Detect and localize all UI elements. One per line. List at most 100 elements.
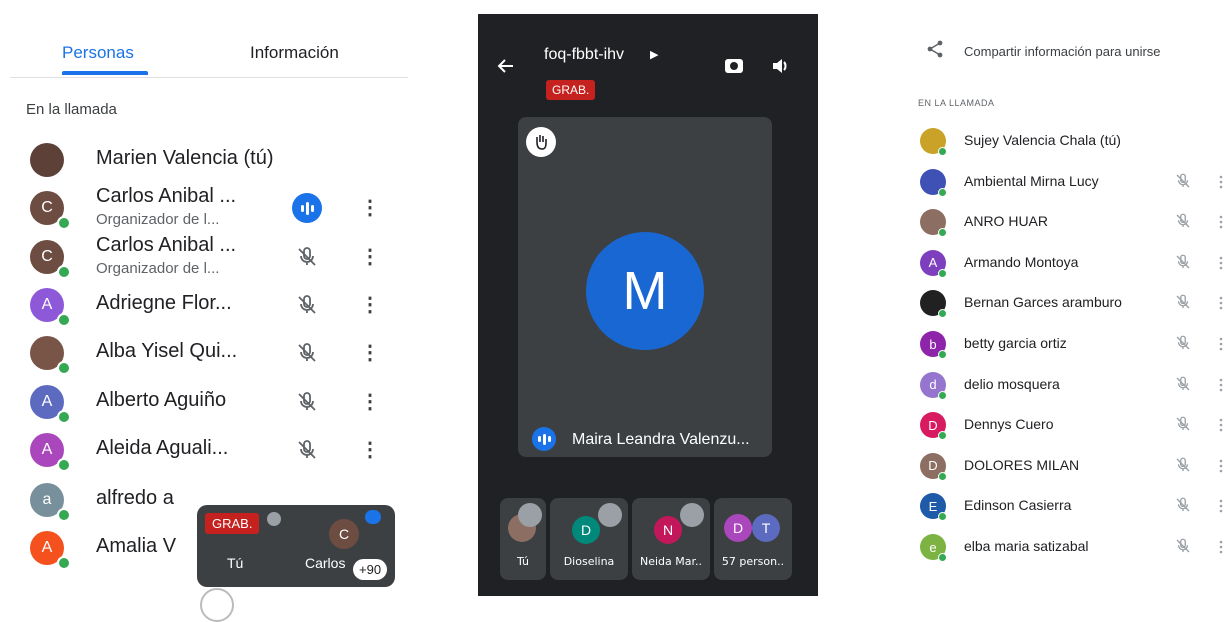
participant-row[interactable]: D Dennys Cuero (900, 405, 1224, 445)
mic-off-icon[interactable] (1174, 334, 1192, 352)
mic-off-icon[interactable] (1174, 537, 1192, 555)
mic-off-icon[interactable] (1174, 172, 1192, 190)
online-status-dot (938, 471, 947, 481)
participant-name: Marien Valencia (tú) (96, 147, 274, 169)
more-options-icon[interactable] (1218, 215, 1224, 229)
mic-off-icon[interactable] (1174, 456, 1192, 474)
mic-off-icon[interactable] (295, 438, 319, 462)
back-arrow-icon[interactable] (496, 56, 516, 76)
online-status-dot (57, 216, 71, 230)
participant-row[interactable]: Alba Yisel Qui... ⋮ (10, 330, 408, 376)
share-icon[interactable] (926, 40, 944, 58)
more-options-icon[interactable]: ⋮ (360, 438, 380, 462)
speaking-icon (365, 510, 381, 524)
pip-other-avatar: C (329, 519, 359, 549)
online-status-dot (938, 390, 947, 400)
mic-off-icon[interactable] (1174, 496, 1192, 514)
participant-name: alfredo a (96, 487, 174, 509)
participant-row[interactable]: E Edinson Casierra (900, 486, 1224, 526)
more-options-icon[interactable]: ⋮ (360, 390, 380, 414)
more-options-icon[interactable]: ⋮ (360, 196, 380, 220)
online-status-dot (57, 458, 71, 472)
participant-row[interactable]: C Carlos Anibal ... Organizador de l... ⋮ (10, 185, 408, 231)
online-status-dot (938, 512, 947, 522)
participants-panel-left: Personas Información En la llamada Marie… (10, 25, 408, 622)
mic-off-icon (518, 503, 542, 527)
tab-informacion[interactable]: Información (250, 43, 339, 63)
online-status-dot (938, 228, 947, 238)
mic-off-icon[interactable] (1174, 293, 1192, 311)
participant-row[interactable]: A Adriegne Flor... ⋮ (10, 282, 408, 328)
online-status-dot (57, 265, 71, 279)
participant-name: delio mosquera (964, 375, 1060, 392)
mic-off-icon (267, 512, 281, 526)
more-options-icon[interactable] (1218, 175, 1224, 189)
participant-row[interactable]: A Armando Montoya (900, 243, 1224, 283)
more-options-icon[interactable] (1218, 256, 1224, 270)
more-options-icon[interactable] (1218, 540, 1224, 554)
participant-row[interactable]: Ambiental Mirna Lucy (900, 162, 1224, 202)
mic-off-icon[interactable] (295, 293, 319, 317)
participant-role: Organizador de l... (96, 260, 220, 277)
thumb-neida[interactable]: N Neida Mar.. (632, 498, 710, 580)
mic-off-icon[interactable] (1174, 212, 1192, 230)
participant-role: Organizador de l... (96, 211, 220, 228)
participant-name: Armando Montoya (964, 253, 1079, 270)
participant-row[interactable]: C Carlos Anibal ... Organizador de l... ⋮ (10, 234, 408, 280)
mic-off-icon[interactable] (1174, 375, 1192, 393)
main-participant-name: Maira Leandra Valenzu... (572, 431, 750, 448)
speaking-icon (292, 193, 322, 223)
more-options-icon[interactable]: ⋮ (360, 293, 380, 317)
participant-row[interactable]: Sujey Valencia Chala (tú) (900, 121, 1224, 161)
participant-name: Dennys Cuero (964, 416, 1054, 433)
avatar: D (724, 514, 752, 542)
participant-row[interactable]: D DOLORES MILAN (900, 446, 1224, 486)
more-options-icon[interactable] (1218, 296, 1224, 310)
main-avatar: M (586, 232, 704, 350)
meeting-code[interactable]: foq-fbbt-ihv (544, 46, 624, 64)
thumb-dioselina[interactable]: D Dioselina (550, 498, 628, 580)
thumb-self[interactable]: Tú (500, 498, 546, 580)
more-options-icon[interactable] (1218, 378, 1224, 392)
avatar: T (752, 514, 780, 542)
participant-row[interactable]: Bernan Garces aramburo (900, 283, 1224, 323)
thumb-more-people[interactable]: D T 57 person.. (714, 498, 792, 580)
participant-row[interactable]: b betty garcia ortiz (900, 324, 1224, 364)
mic-off-icon[interactable] (1174, 253, 1192, 271)
participants-panel-right: Compartir información para unirse EN LA … (900, 20, 1224, 596)
more-options-icon[interactable] (1218, 337, 1224, 351)
thumb-label: Tú (516, 555, 530, 568)
home-icon[interactable] (200, 588, 234, 622)
more-options-icon[interactable]: ⋮ (360, 245, 380, 269)
more-participants-count[interactable]: +90 (353, 559, 388, 580)
main-video-tile[interactable]: M Maira Leandra Valenzu... (518, 117, 772, 457)
participant-row[interactable]: d delio mosquera (900, 365, 1224, 405)
more-options-icon[interactable] (1218, 418, 1224, 432)
online-status-dot (938, 553, 947, 562)
participant-row[interactable]: ANRO HUAR (900, 202, 1224, 242)
chevron-right-icon[interactable]: ▶ (650, 48, 658, 61)
participant-name: Ambiental Mirna Lucy (964, 172, 1099, 189)
thumb-label: Neida Mar.. (639, 555, 702, 568)
pip-other-label: Carlos (305, 555, 346, 571)
avatar: D (572, 516, 600, 544)
switch-camera-icon[interactable] (723, 54, 745, 76)
speaker-icon[interactable] (770, 56, 790, 76)
more-options-icon[interactable] (1218, 459, 1224, 473)
tab-personas[interactable]: Personas (62, 43, 134, 63)
mic-off-icon[interactable] (1174, 415, 1192, 433)
participant-name: DOLORES MILAN (964, 456, 1080, 473)
participant-row[interactable]: A Aleida Aguali... ⋮ (10, 427, 408, 473)
participant-row[interactable]: e elba maria satizabal (900, 527, 1224, 567)
participant-row[interactable]: Marien Valencia (tú) (10, 137, 408, 183)
mic-off-icon[interactable] (295, 390, 319, 414)
participant-row[interactable]: A Alberto Aguiño ⋮ (10, 379, 408, 425)
mic-off-icon[interactable] (295, 341, 319, 365)
mic-off-icon[interactable] (295, 245, 319, 269)
more-options-icon[interactable] (1218, 499, 1224, 513)
share-join-info-link[interactable]: Compartir información para unirse (964, 44, 1161, 59)
more-options-icon[interactable]: ⋮ (360, 341, 380, 365)
self-preview-pip[interactable]: GRAB. Tú C Carlos +90 (197, 505, 395, 587)
online-status-dot (57, 410, 71, 424)
online-status-dot (938, 350, 947, 359)
